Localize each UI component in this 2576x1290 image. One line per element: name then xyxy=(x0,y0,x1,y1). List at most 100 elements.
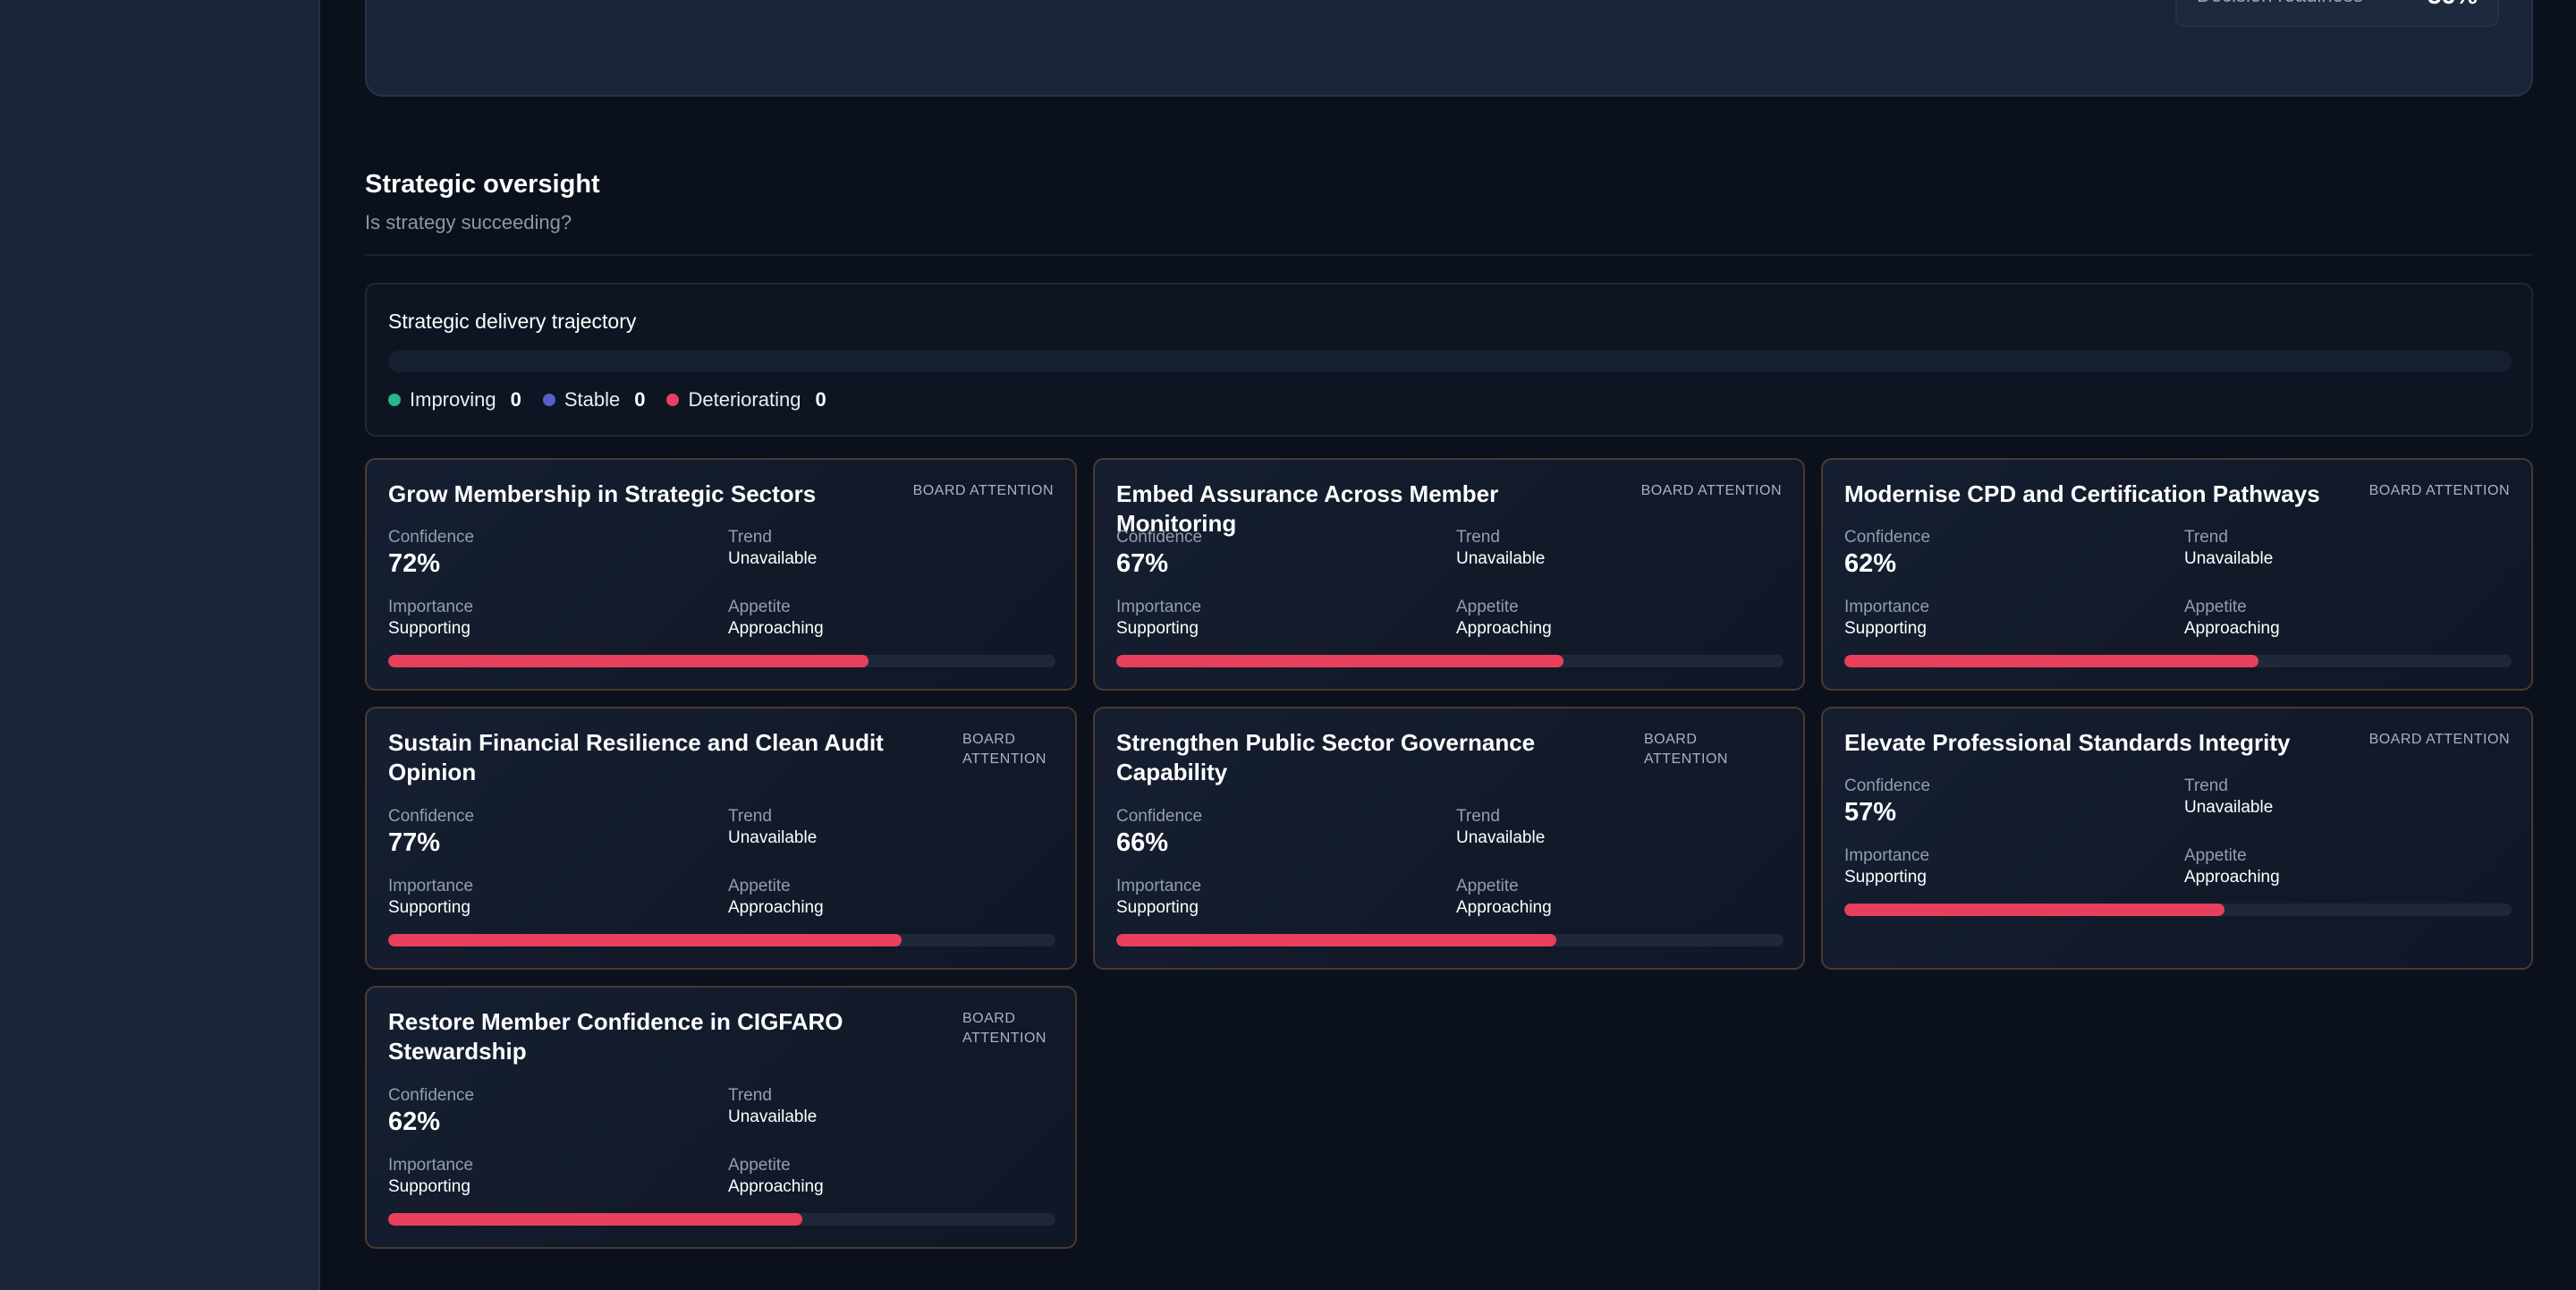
trend-label: Trend xyxy=(2184,528,2228,547)
trend-metric: Trend Unavailable xyxy=(1456,528,1545,571)
main-content: Decision readiness 56% Strategic oversig… xyxy=(365,0,2533,1290)
appetite-label: Appetite xyxy=(728,877,791,895)
confidence-progress-bar xyxy=(1844,904,2512,916)
importance-value: Supporting xyxy=(1844,868,1927,887)
importance-label: Importance xyxy=(1116,598,1202,616)
improving-dot-icon xyxy=(388,394,401,406)
importance-value: Supporting xyxy=(1116,898,1199,917)
board-attention-badge: BOARD ATTENTION xyxy=(2368,732,2510,747)
importance-value: Supporting xyxy=(1844,619,1927,638)
importance-metric: Importance Supporting xyxy=(1844,846,1929,889)
objective-card[interactable]: Embed Assurance Across Member Monitoring… xyxy=(1093,458,1805,691)
confidence-metric: Confidence 67% xyxy=(1116,528,1202,580)
summary-panel: Decision readiness 56% xyxy=(365,0,2533,97)
appetite-value: Approaching xyxy=(728,898,824,917)
confidence-progress-bar xyxy=(1844,655,2512,667)
legend-label: Improving xyxy=(410,388,496,411)
trajectory-title: Strategic delivery trajectory xyxy=(388,310,637,333)
objective-card[interactable]: Restore Member Confidence in CIGFARO Ste… xyxy=(365,986,1077,1249)
legend-item-deteriorating: Deteriorating 0 xyxy=(666,388,826,412)
confidence-progress-bar xyxy=(1116,934,1784,946)
confidence-label: Confidence xyxy=(1844,777,1931,795)
appetite-value: Approaching xyxy=(1456,619,1552,638)
legend-count: 0 xyxy=(634,388,646,411)
trend-value: Unavailable xyxy=(2184,798,2274,817)
objective-card[interactable]: Strengthen Public Sector Governance Capa… xyxy=(1093,707,1805,970)
confidence-progress-fill xyxy=(1844,655,2258,667)
confidence-value: 77% xyxy=(388,828,441,857)
trajectory-bar xyxy=(388,351,2512,372)
confidence-label: Confidence xyxy=(1116,528,1203,547)
confidence-progress-bar xyxy=(388,934,1055,946)
confidence-progress-fill xyxy=(388,1213,802,1226)
legend-count: 0 xyxy=(815,388,826,411)
appetite-label: Appetite xyxy=(2184,598,2247,616)
confidence-label: Confidence xyxy=(388,807,475,826)
trend-value: Unavailable xyxy=(2184,549,2274,568)
confidence-label: Confidence xyxy=(1116,807,1203,826)
confidence-value: 62% xyxy=(388,1108,441,1136)
confidence-label: Confidence xyxy=(388,528,475,547)
appetite-label: Appetite xyxy=(1456,877,1519,895)
legend-count: 0 xyxy=(510,388,521,411)
decision-readiness-stat: Decision readiness 56% xyxy=(2175,0,2499,27)
trend-value: Unavailable xyxy=(728,549,818,568)
appetite-metric: Appetite Approaching xyxy=(2184,598,2280,641)
objective-card[interactable]: Modernise CPD and Certification Pathways… xyxy=(1821,458,2533,691)
importance-label: Importance xyxy=(388,877,474,895)
confidence-metric: Confidence 62% xyxy=(388,1086,474,1138)
confidence-metric: Confidence 57% xyxy=(1844,777,1930,828)
importance-value: Supporting xyxy=(1116,619,1199,638)
section-divider xyxy=(365,254,2533,256)
board-attention-badge: BOARD ATTENTION xyxy=(2368,483,2510,498)
board-attention-badge: BOARD ATTENTION xyxy=(1644,732,1728,767)
decision-readiness-value: 56% xyxy=(2428,0,2478,10)
legend-item-improving: Improving 0 xyxy=(388,388,521,412)
importance-value: Supporting xyxy=(388,1177,470,1196)
board-attention-badge: BOARD ATTENTION xyxy=(962,1011,1046,1046)
objective-title: Grow Membership in Strategic Sectors xyxy=(388,480,817,507)
appetite-metric: Appetite Approaching xyxy=(728,877,824,920)
board-attention-badge: BOARD ATTENTION xyxy=(1640,483,1782,498)
importance-value: Supporting xyxy=(388,619,470,638)
appetite-metric: Appetite Approaching xyxy=(2184,846,2280,889)
board-attention-badge: BOARD ATTENTION xyxy=(962,732,1046,767)
confidence-progress-fill xyxy=(388,934,902,946)
appetite-label: Appetite xyxy=(1456,598,1519,616)
confidence-progress-fill xyxy=(1116,934,1557,946)
objective-title: Restore Member Confidence in CIGFARO Ste… xyxy=(388,1008,843,1065)
trend-label: Trend xyxy=(2184,777,2228,795)
confidence-metric: Confidence 77% xyxy=(388,807,474,859)
objective-card[interactable]: Grow Membership in Strategic Sectors BOA… xyxy=(365,458,1077,691)
decision-readiness-label: Decision readiness xyxy=(2197,0,2363,7)
trend-metric: Trend Unavailable xyxy=(2184,777,2273,819)
confidence-progress-bar xyxy=(388,655,1055,667)
appetite-value: Approaching xyxy=(2184,868,2280,887)
objective-card[interactable]: Elevate Professional Standards Integrity… xyxy=(1821,707,2533,970)
trend-value: Unavailable xyxy=(1456,828,1546,847)
importance-label: Importance xyxy=(388,598,474,616)
trend-value: Unavailable xyxy=(728,828,818,847)
confidence-progress-fill xyxy=(1844,904,2225,916)
importance-metric: Importance Supporting xyxy=(1116,877,1201,920)
importance-label: Importance xyxy=(1116,877,1202,895)
importance-label: Importance xyxy=(388,1156,474,1175)
confidence-value: 66% xyxy=(1116,828,1169,857)
importance-label: Importance xyxy=(1844,846,1930,865)
confidence-metric: Confidence 72% xyxy=(388,528,474,580)
appetite-metric: Appetite Approaching xyxy=(1456,877,1552,920)
legend-label: Deteriorating xyxy=(688,388,801,411)
trend-label: Trend xyxy=(1456,807,1500,826)
trend-metric: Trend Unavailable xyxy=(728,1086,817,1129)
confidence-label: Confidence xyxy=(388,1086,475,1105)
appetite-metric: Appetite Approaching xyxy=(728,598,824,641)
appetite-value: Approaching xyxy=(728,619,824,638)
trend-label: Trend xyxy=(1456,528,1500,547)
trend-label: Trend xyxy=(728,807,772,826)
importance-metric: Importance Supporting xyxy=(388,1156,473,1199)
trajectory-legend: Improving 0 Stable 0 Deteriorating 0 xyxy=(388,388,826,412)
confidence-value: 62% xyxy=(1844,549,1897,578)
objective-title: Strengthen Public Sector Governance Capa… xyxy=(1116,729,1536,785)
objective-card[interactable]: Sustain Financial Resilience and Clean A… xyxy=(365,707,1077,970)
trend-metric: Trend Unavailable xyxy=(728,807,817,850)
